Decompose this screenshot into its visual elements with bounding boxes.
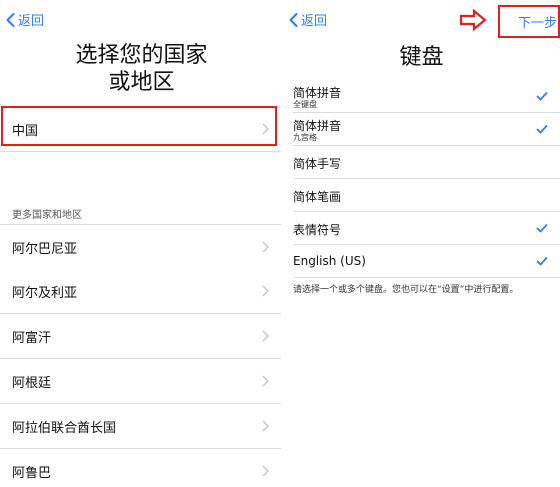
country-label: 阿拉伯联合酋长国 bbox=[12, 420, 117, 436]
keyboard-sublabel: 全键盘 bbox=[293, 100, 317, 109]
checkmark-icon bbox=[536, 256, 548, 266]
page-title-line2: 或地区 bbox=[108, 70, 175, 95]
keyboard-row[interactable]: 简体拼音 全键盘 bbox=[293, 79, 560, 113]
arrow-right-icon bbox=[459, 9, 487, 31]
chevron-right-icon bbox=[262, 285, 269, 297]
country-label: 阿鲁巴 bbox=[12, 465, 52, 481]
country-row[interactable]: 阿尔及利亚 bbox=[0, 269, 283, 314]
section-header: 更多国家和地区 bbox=[12, 210, 82, 221]
chevron-right-icon bbox=[262, 330, 269, 342]
keyboard-row[interactable]: 简体笔画 bbox=[293, 178, 560, 212]
selection-highlight-box bbox=[1, 106, 277, 146]
keyboard-sublabel: 九宫格 bbox=[293, 133, 317, 142]
back-label: 返回 bbox=[18, 14, 45, 29]
country-label: 阿富汗 bbox=[12, 330, 52, 346]
checkmark-icon bbox=[536, 91, 548, 101]
keyboard-label: 简体手写 bbox=[293, 157, 342, 171]
keyboard-label: English (US) bbox=[293, 254, 366, 268]
country-row[interactable]: 阿拉伯联合酋长国 bbox=[0, 404, 283, 449]
keyboard-row[interactable]: 简体手写 bbox=[293, 145, 560, 179]
country-label: 阿尔巴尼亚 bbox=[12, 241, 78, 257]
chevron-left-icon bbox=[6, 12, 15, 27]
checkmark-icon bbox=[536, 223, 548, 233]
country-row[interactable]: 阿尔巴尼亚 bbox=[0, 224, 283, 270]
back-label: 返回 bbox=[301, 14, 328, 29]
country-row[interactable]: 阿富汗 bbox=[0, 314, 283, 359]
keyboard-selection-screen: 返回 下一步 键盘 简体拼音 全键盘 简体拼音 九宫格 简体手写 简体笔画 表情… bbox=[283, 0, 560, 487]
page-title: 键盘 bbox=[399, 45, 444, 70]
country-label: 阿根廷 bbox=[12, 375, 52, 391]
country-row[interactable]: 阿根廷 bbox=[0, 359, 283, 404]
chevron-right-icon bbox=[262, 420, 269, 432]
chevron-left-icon bbox=[289, 12, 298, 27]
country-row[interactable]: 阿鲁巴 bbox=[0, 449, 283, 487]
checkmark-icon bbox=[536, 124, 548, 134]
keyboard-row[interactable]: 简体拼音 九宫格 bbox=[293, 112, 560, 146]
keyboard-label: 表情符号 bbox=[293, 223, 342, 237]
chevron-right-icon bbox=[262, 465, 269, 477]
page-title-line1: 选择您的国家 bbox=[75, 43, 208, 68]
keyboard-footnote: 请选择一个或多个键盘。您也可以在“设置”中进行配置。 bbox=[293, 285, 519, 295]
chevron-right-icon bbox=[262, 375, 269, 387]
keyboard-row[interactable]: English (US) bbox=[293, 244, 560, 278]
back-button[interactable]: 返回 bbox=[6, 10, 44, 29]
country-selection-screen: 返回 选择您的国家 或地区 中国 更多国家和地区 阿尔巴尼亚 阿尔及利亚 阿富汗… bbox=[0, 0, 283, 487]
back-button[interactable]: 返回 bbox=[289, 10, 327, 29]
chevron-right-icon bbox=[262, 241, 269, 253]
country-label: 阿尔及利亚 bbox=[12, 285, 78, 301]
keyboard-row[interactable]: 表情符号 bbox=[293, 211, 560, 245]
keyboard-label: 简体笔画 bbox=[293, 190, 342, 204]
next-button[interactable]: 下一步 bbox=[518, 12, 557, 31]
